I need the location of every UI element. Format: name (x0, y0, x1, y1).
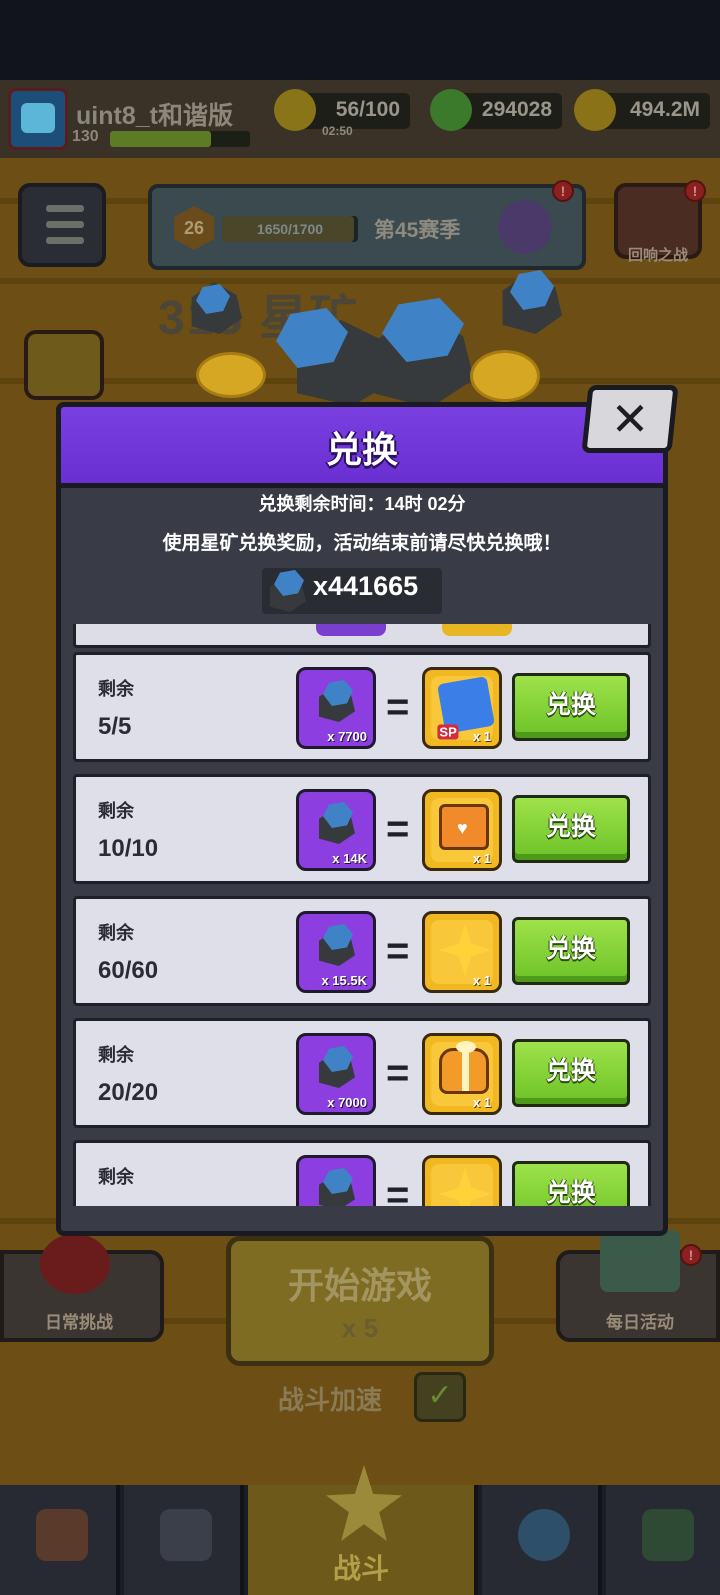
close-icon: ✕ (610, 393, 650, 445)
cost-tile (296, 1155, 376, 1206)
exchange-row: 剩余 = 兑换 (73, 1140, 651, 1206)
reward-tile[interactable] (422, 1155, 502, 1206)
star-ore-icon (315, 1046, 359, 1088)
remaining-label: 剩余 (98, 1167, 134, 1187)
exchange-button[interactable]: 兑换 (512, 1161, 630, 1206)
reward-tile[interactable]: ♥ x 1 (422, 789, 502, 871)
exchange-time-remaining: 兑换剩余时间：14时 02分 (258, 494, 466, 514)
star-ore-balance-value: x441665 (313, 571, 419, 601)
exchange-button[interactable]: 兑换 (512, 673, 630, 741)
remaining-count: 10/10 (98, 835, 159, 862)
cost-tile: x 14K (296, 789, 376, 871)
remaining-label: 剩余 (98, 679, 134, 699)
exchange-row: 剩余 20/20 x 7000 = x 1 兑换 (73, 1018, 651, 1128)
cost-amount: x 15.5K (321, 973, 367, 988)
reward-tile[interactable]: x 1 (422, 911, 502, 993)
equals-sign: = (386, 1173, 410, 1206)
heart-chest-icon: ♥ (439, 804, 489, 850)
exchange-row: 剩余 60/60 x 15.5K = x 1 兑换 (73, 896, 651, 1006)
exchange-dialog-header: 兑换 (56, 402, 668, 488)
exchange-button[interactable]: 兑换 (512, 917, 630, 985)
cost-amount: x 7000 (327, 1095, 367, 1110)
remaining-count: 20/20 (98, 1079, 159, 1106)
close-button[interactable]: ✕ (581, 385, 679, 453)
sp-puzzle-icon: SP (437, 676, 495, 740)
exchange-button[interactable]: 兑换 (512, 1039, 630, 1107)
equals-sign: = (386, 929, 410, 973)
list-item (73, 624, 651, 648)
reward-amount: x 1 (472, 851, 491, 866)
remaining-label: 剩余 (98, 1045, 134, 1065)
cost-tile: x 15.5K (296, 911, 376, 993)
cost-amount: x 14K (332, 851, 367, 866)
heart-gift-icon (439, 1041, 489, 1094)
star-ore-icon (315, 802, 359, 844)
exchange-description: 使用星矿兑换奖励，活动结束前请尽快兑换哦！ (162, 533, 562, 554)
exchange-row: 剩余 5/5 x 7700 = SP x 1 兑换 (73, 652, 651, 762)
star-ore-icon (315, 680, 359, 722)
equals-sign: = (386, 685, 410, 729)
equals-sign: = (386, 1051, 410, 1095)
reward-amount: x 1 (472, 729, 491, 744)
exchange-button[interactable]: 兑换 (512, 795, 630, 863)
star-ore-icon (262, 566, 312, 616)
exchange-list[interactable]: 剩余 5/5 x 7700 = SP x 1 兑换 剩余 10/10 x 14K… (61, 624, 663, 1206)
equals-sign: = (386, 807, 410, 851)
cost-tile: x 7000 (296, 1033, 376, 1115)
reward-tile[interactable]: x 1 (422, 1033, 502, 1115)
exchange-dialog-title: 兑换 (325, 429, 398, 470)
remaining-count: 60/60 (98, 957, 159, 984)
remaining-label: 剩余 (98, 801, 134, 821)
remaining-label: 剩余 (98, 923, 134, 943)
cost-tile: x 7700 (296, 667, 376, 749)
reward-tile[interactable]: SP x 1 (422, 667, 502, 749)
star-ore-icon (315, 1168, 359, 1206)
remaining-count: 5/5 (98, 713, 132, 740)
reward-amount: x 1 (472, 1095, 491, 1110)
cost-amount: x 7700 (327, 729, 367, 744)
exchange-row: 剩余 10/10 x 14K = ♥ x 1 兑换 (73, 774, 651, 884)
star-ore-icon (315, 924, 359, 966)
reward-amount: x 1 (472, 973, 491, 988)
